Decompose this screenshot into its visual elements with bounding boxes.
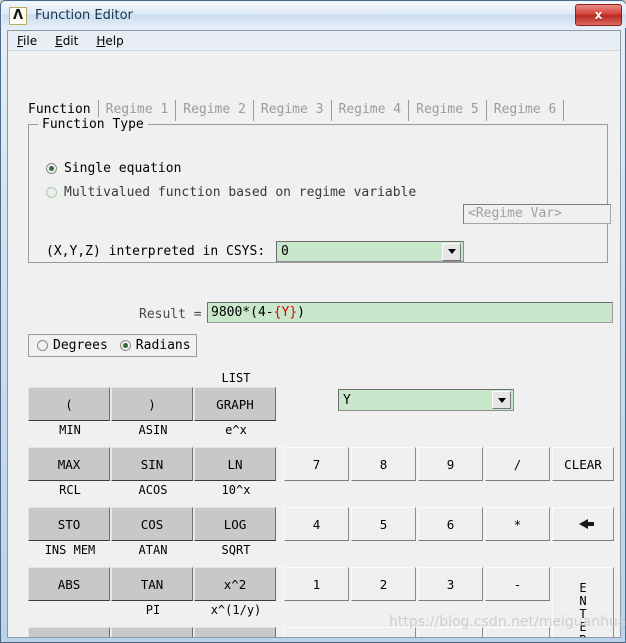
key-2[interactable]: 2	[351, 567, 416, 601]
menu-help[interactable]: Help	[87, 33, 132, 49]
button-cos[interactable]: COS	[111, 507, 193, 541]
keypad: MIN ASIN e^x LIST RCL ACOS 10^x INS MEM …	[28, 369, 614, 637]
key-8[interactable]: 8	[351, 447, 416, 481]
label-list: LIST	[221, 371, 251, 385]
menu-file-rest: ile	[23, 33, 38, 48]
function-editor-window: Λ Function Editor x File Edit Help Funct…	[0, 0, 626, 643]
label-10-pow-x: 10^x	[221, 483, 251, 497]
key-9[interactable]: 9	[418, 447, 483, 481]
menu-edit-rest: dit	[62, 33, 79, 48]
result-label: Result =	[139, 307, 202, 322]
menu-file[interactable]: File	[8, 33, 46, 49]
button-inv[interactable]: INV	[28, 627, 110, 637]
result-prefix: 9800*(4-	[211, 305, 274, 320]
key-4[interactable]: 4	[284, 507, 349, 541]
button-tan[interactable]: TAN	[111, 567, 193, 601]
tab-regime-5[interactable]: Regime 5	[409, 100, 487, 121]
csys-combobox[interactable]: 0	[276, 241, 464, 262]
key-1[interactable]: 1	[284, 567, 349, 601]
key-divide[interactable]: /	[485, 447, 550, 481]
regime-var-field: <Regime Var>	[463, 204, 611, 224]
key-enter-char-1: N	[579, 593, 587, 608]
radio-single-equation[interactable]: Single equation	[46, 161, 181, 176]
key-5[interactable]: 5	[351, 507, 416, 541]
key-enter-char-4: R	[579, 633, 586, 637]
key-clear[interactable]: CLEAR	[552, 447, 614, 481]
radio-radians-label: Radians	[135, 338, 191, 353]
backspace-icon	[578, 519, 594, 529]
client-area: File Edit Help Function Regime 1 Regime …	[7, 30, 621, 638]
label-acos: ACOS	[138, 483, 168, 497]
key-6[interactable]: 6	[418, 507, 483, 541]
radio-single-equation-label: Single equation	[64, 161, 182, 176]
button-graph[interactable]: GRAPH	[194, 387, 276, 421]
button-x-pow-y[interactable]: x^y	[194, 627, 276, 637]
label-pi: PI	[145, 603, 161, 617]
function-type-legend: Function Type	[38, 117, 148, 132]
tab-regime-6[interactable]: Regime 6	[487, 100, 565, 121]
angle-units-group: Degrees Radians	[28, 334, 197, 357]
button-sin[interactable]: SIN	[111, 447, 193, 481]
button-max[interactable]: MAX	[28, 447, 110, 481]
close-button[interactable]: x	[575, 4, 622, 26]
label-atan: ATAN	[138, 543, 168, 557]
radio-radians[interactable]	[119, 340, 131, 351]
tab-regime-2[interactable]: Regime 2	[176, 100, 254, 121]
result-input[interactable]: 9800*(4-{Y})	[207, 302, 613, 323]
menu-edit[interactable]: Edit	[46, 33, 87, 49]
lambda-app-icon: Λ	[9, 6, 27, 25]
radio-multivalued-dot[interactable]	[46, 187, 57, 198]
menu-help-rest: elp	[105, 33, 124, 48]
menu-bar: File Edit Help	[8, 31, 620, 51]
label-x-pow-1-y: x^(1/y)	[210, 603, 262, 617]
label-min: MIN	[59, 423, 81, 437]
button-log[interactable]: LOG	[194, 507, 276, 541]
button-x-squared[interactable]: x^2	[194, 567, 276, 601]
watermark: https://blog.csdn.net/meiguanhua	[389, 614, 626, 630]
window-title: Function Editor	[35, 7, 133, 23]
button-open-paren[interactable]: (	[28, 387, 110, 421]
label-e-pow-x: e^x	[225, 423, 247, 437]
key-minus[interactable]: -	[485, 567, 550, 601]
radio-multivalued[interactable]: Multivalued function based on regime var…	[46, 185, 416, 200]
title-bar: Λ Function Editor x	[2, 2, 626, 28]
key-backspace[interactable]	[552, 507, 614, 541]
label-sqrt: SQRT	[221, 543, 251, 557]
label-ins-mem: INS MEM	[44, 543, 96, 557]
radio-degrees[interactable]	[37, 340, 48, 351]
result-suffix: )	[297, 305, 305, 320]
tab-regime-4[interactable]: Regime 4	[332, 100, 410, 121]
button-sto[interactable]: STO	[28, 507, 110, 541]
tab-regime-3[interactable]: Regime 3	[254, 100, 332, 121]
key-7[interactable]: 7	[284, 447, 349, 481]
button-close-paren[interactable]: )	[111, 387, 193, 421]
label-asin: ASIN	[138, 423, 168, 437]
key-3[interactable]: 3	[418, 567, 483, 601]
key-enter-char-0: E	[579, 580, 587, 595]
radio-degrees-label: Degrees	[53, 338, 108, 353]
button-atan2[interactable]: ATAN2	[111, 627, 193, 637]
key-multiply[interactable]: *	[485, 507, 550, 541]
csys-label: (X,Y,Z) interpreted in CSYS:	[46, 244, 266, 259]
button-ln[interactable]: LN	[194, 447, 276, 481]
menu-edit-mnemonic: E	[55, 33, 63, 48]
result-variable: {Y}	[273, 305, 298, 320]
label-rcl: RCL	[59, 483, 81, 497]
radio-multivalued-label: Multivalued function based on regime var…	[64, 185, 417, 200]
main-panel: Function Regime 1 Regime 2 Regime 3 Regi…	[8, 51, 620, 637]
csys-chevron-down-icon[interactable]	[442, 242, 461, 261]
csys-combobox-value: 0	[281, 244, 289, 259]
radio-single-equation-dot[interactable]	[46, 163, 57, 174]
button-abs[interactable]: ABS	[28, 567, 110, 601]
